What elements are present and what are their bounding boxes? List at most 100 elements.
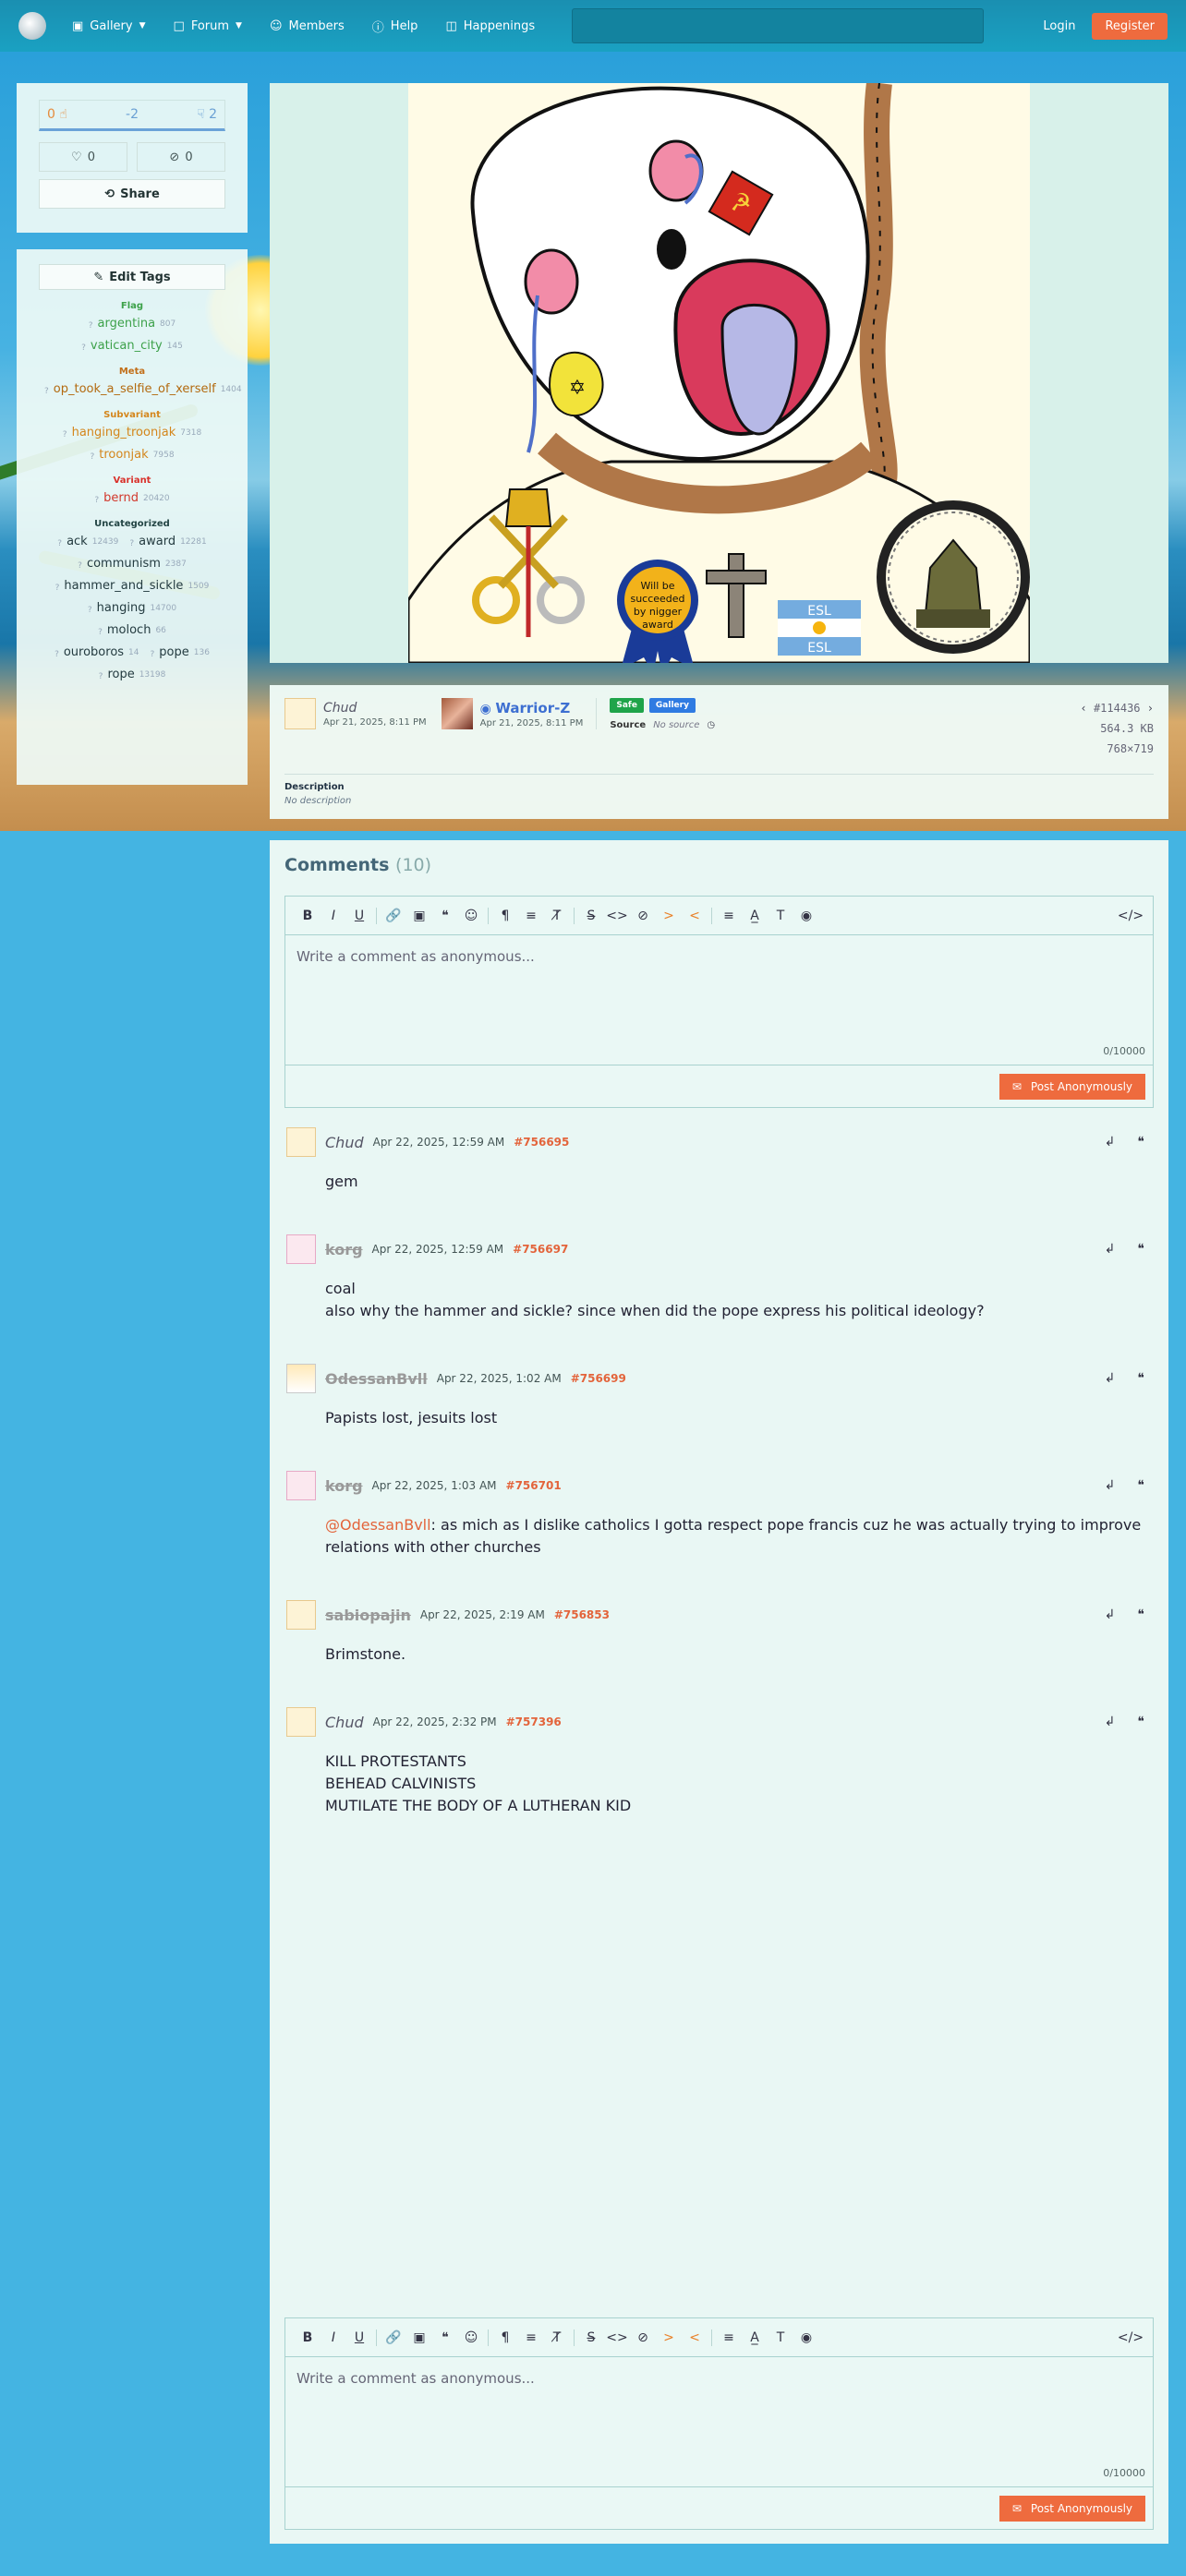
comment-id[interactable]: #757396 [506, 1715, 562, 1728]
help-icon[interactable]: ? [88, 603, 92, 618]
quote-icon[interactable]: ❝ [1137, 1607, 1144, 1622]
avatar[interactable] [284, 698, 316, 729]
comment-author[interactable]: korg [325, 1477, 363, 1495]
strikethrough-icon[interactable]: S̶ [578, 2325, 604, 2351]
comment-id[interactable]: #756697 [513, 1243, 568, 1256]
emoji-icon[interactable]: ☺ [458, 2325, 484, 2351]
nav-happenings[interactable]: ◫ Happenings [445, 19, 535, 33]
palette-icon[interactable]: ◉ [793, 903, 819, 929]
source-code-icon[interactable]: </> [1118, 2325, 1144, 2351]
quote-icon[interactable]: ❝ [1137, 1371, 1144, 1386]
paragraph-icon[interactable]: ¶ [492, 2325, 518, 2351]
comment-id[interactable]: #756701 [506, 1479, 562, 1492]
help-icon[interactable]: ? [89, 319, 93, 333]
source-code-icon[interactable]: </> [1118, 903, 1144, 929]
link-icon[interactable]: 🔗 [381, 903, 406, 929]
search-input[interactable] [572, 8, 985, 43]
nav-members[interactable]: ☺ Members [270, 19, 345, 33]
avatar[interactable] [286, 1364, 316, 1393]
quote-icon[interactable]: ❝ [1137, 1135, 1144, 1150]
tag-item[interactable]: ? ouroboros 14 [54, 645, 139, 662]
clear-format-icon[interactable]: T̸ [544, 903, 570, 929]
user-mention[interactable]: @OdessanBvll [325, 1516, 431, 1534]
uploader-name[interactable]: Chud [323, 701, 427, 716]
code-icon[interactable]: <> [604, 2325, 630, 2351]
quote-icon[interactable]: ❝ [1137, 1478, 1144, 1493]
text-size-icon[interactable]: T [768, 2325, 793, 2351]
italic-icon[interactable]: I [321, 903, 346, 929]
greentext-icon[interactable]: > [656, 903, 682, 929]
help-icon[interactable]: ? [55, 581, 60, 596]
tag-name[interactable]: hammer_and_sickle [64, 579, 183, 594]
help-icon[interactable]: ? [98, 625, 103, 640]
tag-item[interactable]: ? hanging 14700 [88, 601, 176, 618]
tag-name[interactable]: vatican_city [91, 339, 163, 354]
downvote-button[interactable]: ☟ 2 [197, 107, 217, 122]
emoji-icon[interactable]: ☺ [458, 903, 484, 929]
tag-item[interactable]: ? op_took_a_selfie_of_xerself 1404 [44, 382, 242, 399]
reply-icon[interactable]: ↲ [1105, 1715, 1116, 1729]
category-badge[interactable]: Gallery [648, 698, 696, 713]
comment-id[interactable]: #756699 [571, 1372, 626, 1385]
edit-tags-button[interactable]: ✎ Edit Tags [39, 264, 225, 290]
reply-icon[interactable]: ↲ [1105, 1242, 1116, 1257]
help-icon[interactable]: ? [78, 559, 82, 573]
tag-name[interactable]: argentina [98, 317, 156, 331]
help-icon[interactable]: ? [129, 536, 134, 551]
align-icon[interactable]: ≡ [716, 2325, 742, 2351]
tag-item[interactable]: ? moloch 66 [98, 623, 166, 640]
avatar[interactable] [286, 1707, 316, 1737]
reply-icon[interactable]: ↲ [1105, 1135, 1116, 1150]
help-icon[interactable]: ? [81, 341, 86, 355]
tag-item[interactable]: ? pope 136 [151, 645, 210, 662]
help-icon[interactable]: ? [90, 450, 94, 464]
nav-help[interactable]: ⓘ Help [372, 18, 418, 35]
underline-icon[interactable]: U [346, 2325, 372, 2351]
image-icon[interactable]: ▣ [406, 2325, 432, 2351]
tag-name[interactable]: pope [159, 645, 188, 660]
tag-name[interactable]: hanging [97, 601, 146, 616]
avatar[interactable] [286, 1471, 316, 1500]
comment-input[interactable]: Write a comment as anonymous... 0/10000 [285, 2357, 1153, 2486]
nav-gallery[interactable]: ▣ Gallery ▼ [72, 19, 146, 33]
favorite-button[interactable]: ♡ 0 [39, 142, 127, 172]
tag-name[interactable]: communism [87, 557, 161, 572]
quote-icon[interactable]: ❝ [432, 2325, 458, 2351]
tag-name[interactable]: bernd [103, 491, 139, 506]
palette-icon[interactable]: ◉ [793, 2325, 819, 2351]
history-icon[interactable]: ◷ [707, 720, 715, 730]
comment-input[interactable]: Write a comment as anonymous... 0/10000 [285, 935, 1153, 1065]
quote-icon[interactable]: ❝ [1137, 1715, 1144, 1729]
help-icon[interactable]: ? [99, 669, 103, 684]
paragraph-icon[interactable]: ¶ [492, 903, 518, 929]
comment-author[interactable]: korg [325, 1241, 363, 1258]
bold-icon[interactable]: B [295, 2325, 321, 2351]
orangetext-icon[interactable]: < [682, 2325, 708, 2351]
register-button[interactable]: Register [1092, 12, 1168, 40]
quote-icon[interactable]: ❝ [432, 903, 458, 929]
rating-badge[interactable]: Safe [610, 698, 644, 713]
clear-format-icon[interactable]: T̸ [544, 2325, 570, 2351]
tag-item[interactable]: ? bernd 20420 [94, 491, 169, 508]
tag-name[interactable]: troonjak [99, 448, 148, 463]
orangetext-icon[interactable]: < [682, 903, 708, 929]
comment-author[interactable]: OdessanBvll [325, 1370, 428, 1388]
tag-name[interactable]: award [139, 535, 175, 549]
tag-name[interactable]: ouroboros [64, 645, 124, 660]
avatar[interactable] [286, 1600, 316, 1630]
reply-icon[interactable]: ↲ [1105, 1607, 1116, 1622]
tag-item[interactable]: ? argentina 807 [89, 317, 175, 333]
spoiler-icon[interactable]: ⊘ [630, 2325, 656, 2351]
comment-id[interactable]: #756695 [514, 1136, 569, 1149]
tag-item[interactable]: ? vatican_city 145 [81, 339, 183, 355]
spoiler-icon[interactable]: ⊘ [630, 903, 656, 929]
image-icon[interactable]: ▣ [406, 903, 432, 929]
highlight-icon[interactable]: A̲ [742, 2325, 768, 2351]
avatar[interactable] [286, 1127, 316, 1157]
comment-author[interactable]: Chud [325, 1134, 364, 1151]
italic-icon[interactable]: I [321, 2325, 346, 2351]
tag-name[interactable]: ack [67, 535, 88, 549]
help-icon[interactable]: ? [44, 384, 49, 399]
hide-button[interactable]: ⊘ 0 [137, 142, 225, 172]
greentext-icon[interactable]: > [656, 2325, 682, 2351]
